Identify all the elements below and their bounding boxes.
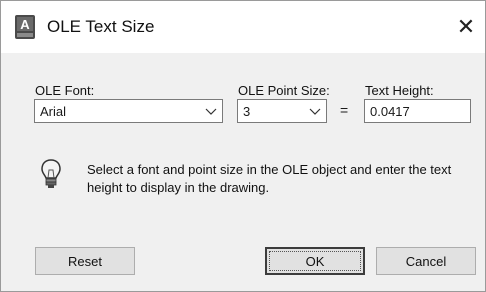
cancel-button[interactable]: Cancel <box>376 247 476 275</box>
chevron-down-icon <box>309 108 321 115</box>
text-height-label: Text Height: <box>365 83 434 98</box>
chevron-down-icon <box>205 108 217 115</box>
info-message: Select a font and point size in the OLE … <box>87 162 452 195</box>
equals-sign: = <box>340 102 349 118</box>
title-bar[interactable]: A OLE Text Size ✕ <box>1 1 485 53</box>
ok-button[interactable]: OK <box>265 247 365 275</box>
text-height-value: 0.0417 <box>370 104 410 119</box>
text-height-input[interactable]: 0.0417 <box>364 99 471 123</box>
autocad-app-icon: A <box>15 15 35 39</box>
ole-font-label: OLE Font: <box>35 83 95 98</box>
cancel-button-label: Cancel <box>405 253 447 269</box>
close-icon: ✕ <box>456 14 476 39</box>
ole-point-size-dropdown[interactable]: 3 <box>237 99 327 123</box>
ole-font-value: Arial <box>40 104 67 119</box>
lightbulb-icon <box>41 159 61 188</box>
close-button[interactable]: ✕ <box>453 14 479 40</box>
ole-point-size-label: OLE Point Size: <box>238 83 330 98</box>
reset-button[interactable]: Reset <box>35 247 135 275</box>
ole-point-size-value: 3 <box>243 104 251 119</box>
dialog-title: OLE Text Size <box>47 17 155 36</box>
app-icon-letter: A <box>20 17 30 32</box>
ole-text-size-dialog: A OLE Text Size ✕ OLE Font: Arial OLE Po… <box>0 0 486 292</box>
ok-button-label: OK <box>305 253 325 269</box>
reset-button-label: Reset <box>68 253 102 269</box>
ole-font-dropdown[interactable]: Arial <box>34 99 223 123</box>
